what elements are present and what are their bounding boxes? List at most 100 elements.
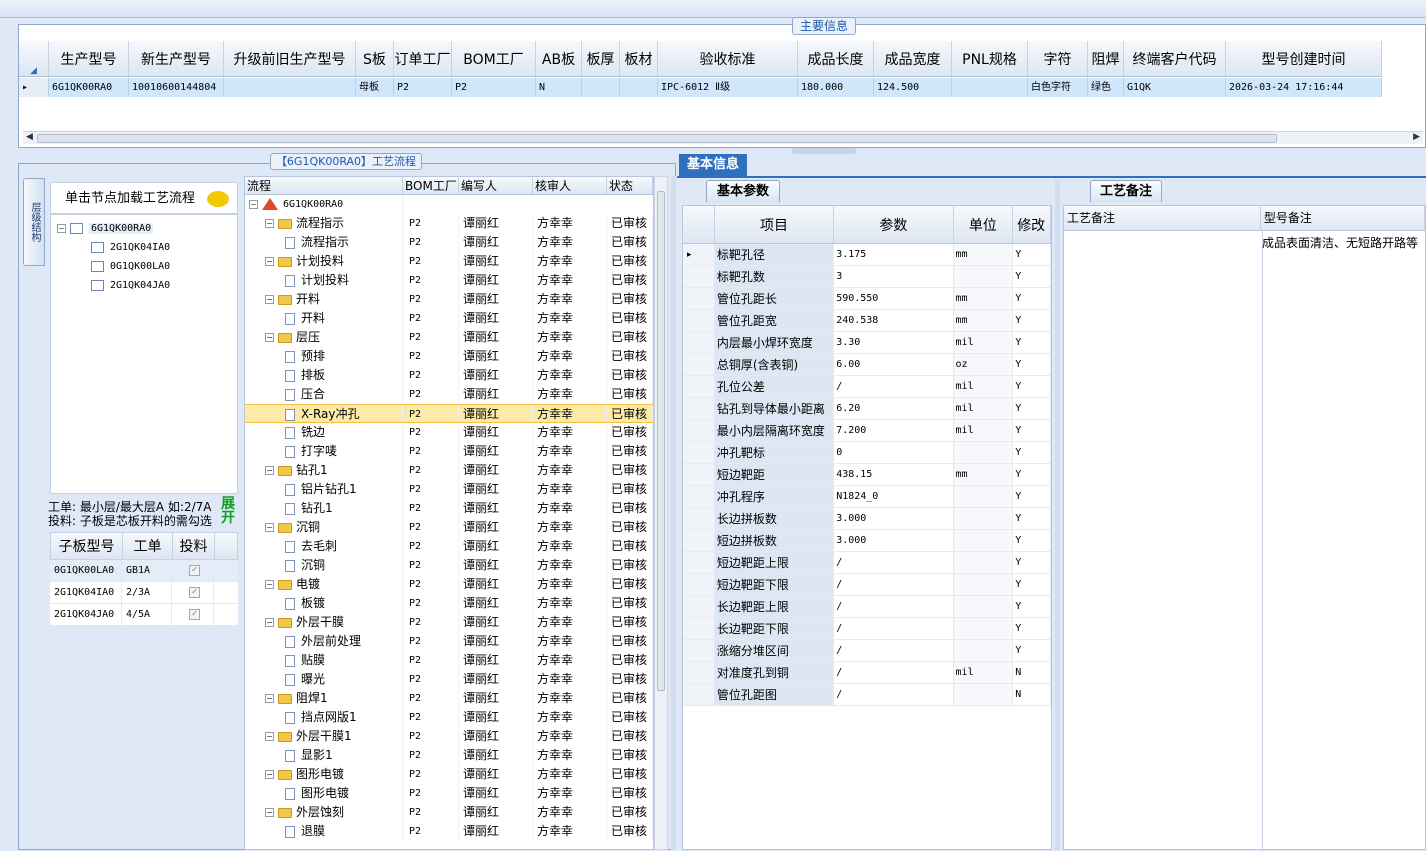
scroll-left-icon[interactable]: ◀: [26, 132, 33, 142]
column-header[interactable]: AB板: [536, 41, 582, 76]
param-row[interactable]: 最小内层隔离环宽度 7.200 mil Y: [683, 420, 1051, 442]
main-info-cell[interactable]: 10010600144804: [129, 78, 224, 97]
param-value[interactable]: /: [834, 574, 954, 595]
tree-child[interactable]: 0G1QK00LA0: [91, 257, 170, 276]
process-row[interactable]: − 沉铜 P2 谭丽红 方幸幸 已审核: [245, 518, 653, 537]
column-header[interactable]: 成品长度: [798, 41, 874, 76]
param-value[interactable]: 240.538: [834, 310, 954, 331]
process-row[interactable]: 压合 P2 谭丽红 方幸幸 已审核: [245, 385, 653, 404]
main-info-cell[interactable]: P2: [452, 78, 536, 97]
param-value[interactable]: N1824_0: [834, 486, 954, 507]
param-value[interactable]: 438.15: [834, 464, 954, 485]
main-info-row[interactable]: ▸ 6G1QK00RA0 10010600144804 母板 P2 P2 N IPC-6012…: [19, 78, 1382, 97]
param-row[interactable]: 对准度孔到铜 / mil N: [683, 662, 1051, 684]
column-header[interactable]: 新生产型号: [129, 41, 224, 76]
process-row[interactable]: 沉铜 P2 谭丽红 方幸幸 已审核: [245, 556, 653, 575]
param-row[interactable]: 管位孔距长 590.550 mm Y: [683, 288, 1051, 310]
param-value[interactable]: /: [834, 684, 954, 705]
sub-board-row[interactable]: 2G1QK04JA0 4/5A ✓: [50, 604, 238, 626]
process-row[interactable]: 铣边 P2 谭丽红 方幸幸 已审核: [245, 423, 653, 442]
collapse-icon[interactable]: −: [57, 223, 66, 233]
column-header[interactable]: S板: [356, 41, 394, 76]
main-info-cell[interactable]: [582, 78, 620, 97]
main-info-hscrollbar[interactable]: ◀ ▶: [23, 131, 1423, 144]
process-row[interactable]: − 层压 P2 谭丽红 方幸幸 已审核: [245, 328, 653, 347]
sub-board-order[interactable]: 2/3A: [122, 582, 172, 603]
main-info-cell[interactable]: [620, 78, 658, 97]
param-row[interactable]: 短边靶距上限 / Y: [683, 552, 1051, 574]
param-row[interactable]: 短边靶距下限 / Y: [683, 574, 1051, 596]
tab-basic-info[interactable]: 基本信息: [679, 154, 747, 176]
param-value[interactable]: 3.30: [834, 332, 954, 353]
main-info-cell[interactable]: 绿色: [1088, 78, 1124, 97]
process-row[interactable]: 开料 P2 谭丽红 方幸幸 已审核: [245, 309, 653, 328]
column-header[interactable]: 阻焊: [1088, 41, 1124, 76]
main-info-cell[interactable]: 白色字符: [1028, 78, 1088, 97]
column-header[interactable]: 升级前旧生产型号: [224, 41, 356, 76]
process-row[interactable]: 外层前处理 P2 谭丽红 方幸幸 已审核: [245, 632, 653, 651]
tree-root[interactable]: −6G1QK00RA0: [57, 219, 154, 238]
tab-basic-params[interactable]: 基本参数: [706, 180, 780, 202]
param-row[interactable]: 长边靶距下限 / Y: [683, 618, 1051, 640]
param-value[interactable]: 6.00: [834, 354, 954, 375]
process-row[interactable]: − 外层干膜1 P2 谭丽红 方幸幸 已审核: [245, 727, 653, 746]
param-row[interactable]: 管位孔距宽 240.538 mm Y: [683, 310, 1051, 332]
process-row[interactable]: 去毛刺 P2 谭丽红 方幸幸 已审核: [245, 537, 653, 556]
param-row[interactable]: 孔位公差 / mil Y: [683, 376, 1051, 398]
process-row[interactable]: 图形电镀 P2 谭丽红 方幸幸 已审核: [245, 784, 653, 803]
vscroll-thumb[interactable]: [657, 191, 665, 691]
param-row[interactable]: 钻孔到导体最小距离 6.20 mil Y: [683, 398, 1051, 420]
process-row[interactable]: 排板 P2 谭丽红 方幸幸 已审核: [245, 366, 653, 385]
param-row[interactable]: 冲孔靶标 0 Y: [683, 442, 1051, 464]
column-header[interactable]: 终端客户代码: [1124, 41, 1226, 76]
process-row[interactable]: − 电镀 P2 谭丽红 方幸幸 已审核: [245, 575, 653, 594]
process-row[interactable]: X-Ray冲孔 P2 谭丽红 方幸幸 已审核: [245, 404, 653, 423]
tree-child[interactable]: 2G1QK04JA0: [91, 276, 170, 295]
feed-checkbox[interactable]: ✓: [172, 604, 214, 625]
process-row[interactable]: − 图形电镀 P2 谭丽红 方幸幸 已审核: [245, 765, 653, 784]
param-value[interactable]: /: [834, 552, 954, 573]
feed-checkbox[interactable]: ✓: [172, 582, 214, 603]
load-flow-hint[interactable]: 单击节点加载工艺流程: [50, 182, 238, 214]
process-row[interactable]: − 流程指示 P2 谭丽红 方幸幸 已审核: [245, 214, 653, 233]
process-row[interactable]: 打字唛 P2 谭丽红 方幸幸 已审核: [245, 442, 653, 461]
column-header[interactable]: 板厚: [582, 41, 620, 76]
process-row[interactable]: 铝片钻孔1 P2 谭丽红 方幸幸 已审核: [245, 480, 653, 499]
main-info-cell[interactable]: 2026-03-24 17:16:44: [1226, 78, 1382, 97]
collapse-icon[interactable]: −: [265, 295, 274, 304]
column-header[interactable]: 字符: [1028, 41, 1088, 76]
sub-board-row[interactable]: 0G1QK00LA0 GB1A ✓: [50, 560, 238, 582]
collapse-icon[interactable]: −: [265, 523, 274, 532]
param-value[interactable]: 3.000: [834, 508, 954, 529]
process-row[interactable]: 计划投料 P2 谭丽红 方幸幸 已审核: [245, 271, 653, 290]
process-row[interactable]: 流程指示 P2 谭丽红 方幸幸 已审核: [245, 233, 653, 252]
column-header[interactable]: 订单工厂: [394, 41, 452, 76]
collapse-icon[interactable]: −: [265, 257, 274, 266]
process-row[interactable]: − 外层干膜 P2 谭丽红 方幸幸 已审核: [245, 613, 653, 632]
main-info-cell[interactable]: 母板: [356, 78, 394, 97]
column-header[interactable]: BOM工厂: [452, 41, 536, 76]
process-vscrollbar[interactable]: [654, 176, 668, 850]
hscroll-thumb[interactable]: [37, 134, 1277, 143]
main-info-cell[interactable]: N: [536, 78, 582, 97]
collapse-icon[interactable]: −: [249, 199, 258, 209]
process-row[interactable]: 挡点网版1 P2 谭丽红 方幸幸 已审核: [245, 708, 653, 727]
param-row[interactable]: 管位孔距图 / N: [683, 684, 1051, 706]
param-row[interactable]: 标靶孔数 3 Y: [683, 266, 1051, 288]
process-row[interactable]: 退膜 P2 谭丽红 方幸幸 已审核: [245, 822, 653, 841]
collapse-icon[interactable]: −: [265, 219, 274, 228]
column-header[interactable]: 验收标准: [658, 41, 798, 76]
tree-child[interactable]: 2G1QK04IA0: [91, 238, 170, 257]
param-value[interactable]: 590.550: [834, 288, 954, 309]
column-header[interactable]: 生产型号: [49, 41, 129, 76]
process-row[interactable]: 显影1 P2 谭丽红 方幸幸 已审核: [245, 746, 653, 765]
sub-board-order[interactable]: GB1A: [122, 560, 172, 581]
param-row[interactable]: 长边靶距上限 / Y: [683, 596, 1051, 618]
param-value[interactable]: 3: [834, 266, 954, 287]
main-info-cell[interactable]: 124.500: [874, 78, 952, 97]
process-row[interactable]: 钻孔1 P2 谭丽红 方幸幸 已审核: [245, 499, 653, 518]
main-info-cell[interactable]: IPC-6012 Ⅱ级: [658, 78, 798, 97]
main-info-cell[interactable]: [952, 78, 1028, 97]
collapse-icon[interactable]: −: [265, 808, 274, 817]
param-row[interactable]: 内层最小焊环宽度 3.30 mil Y: [683, 332, 1051, 354]
